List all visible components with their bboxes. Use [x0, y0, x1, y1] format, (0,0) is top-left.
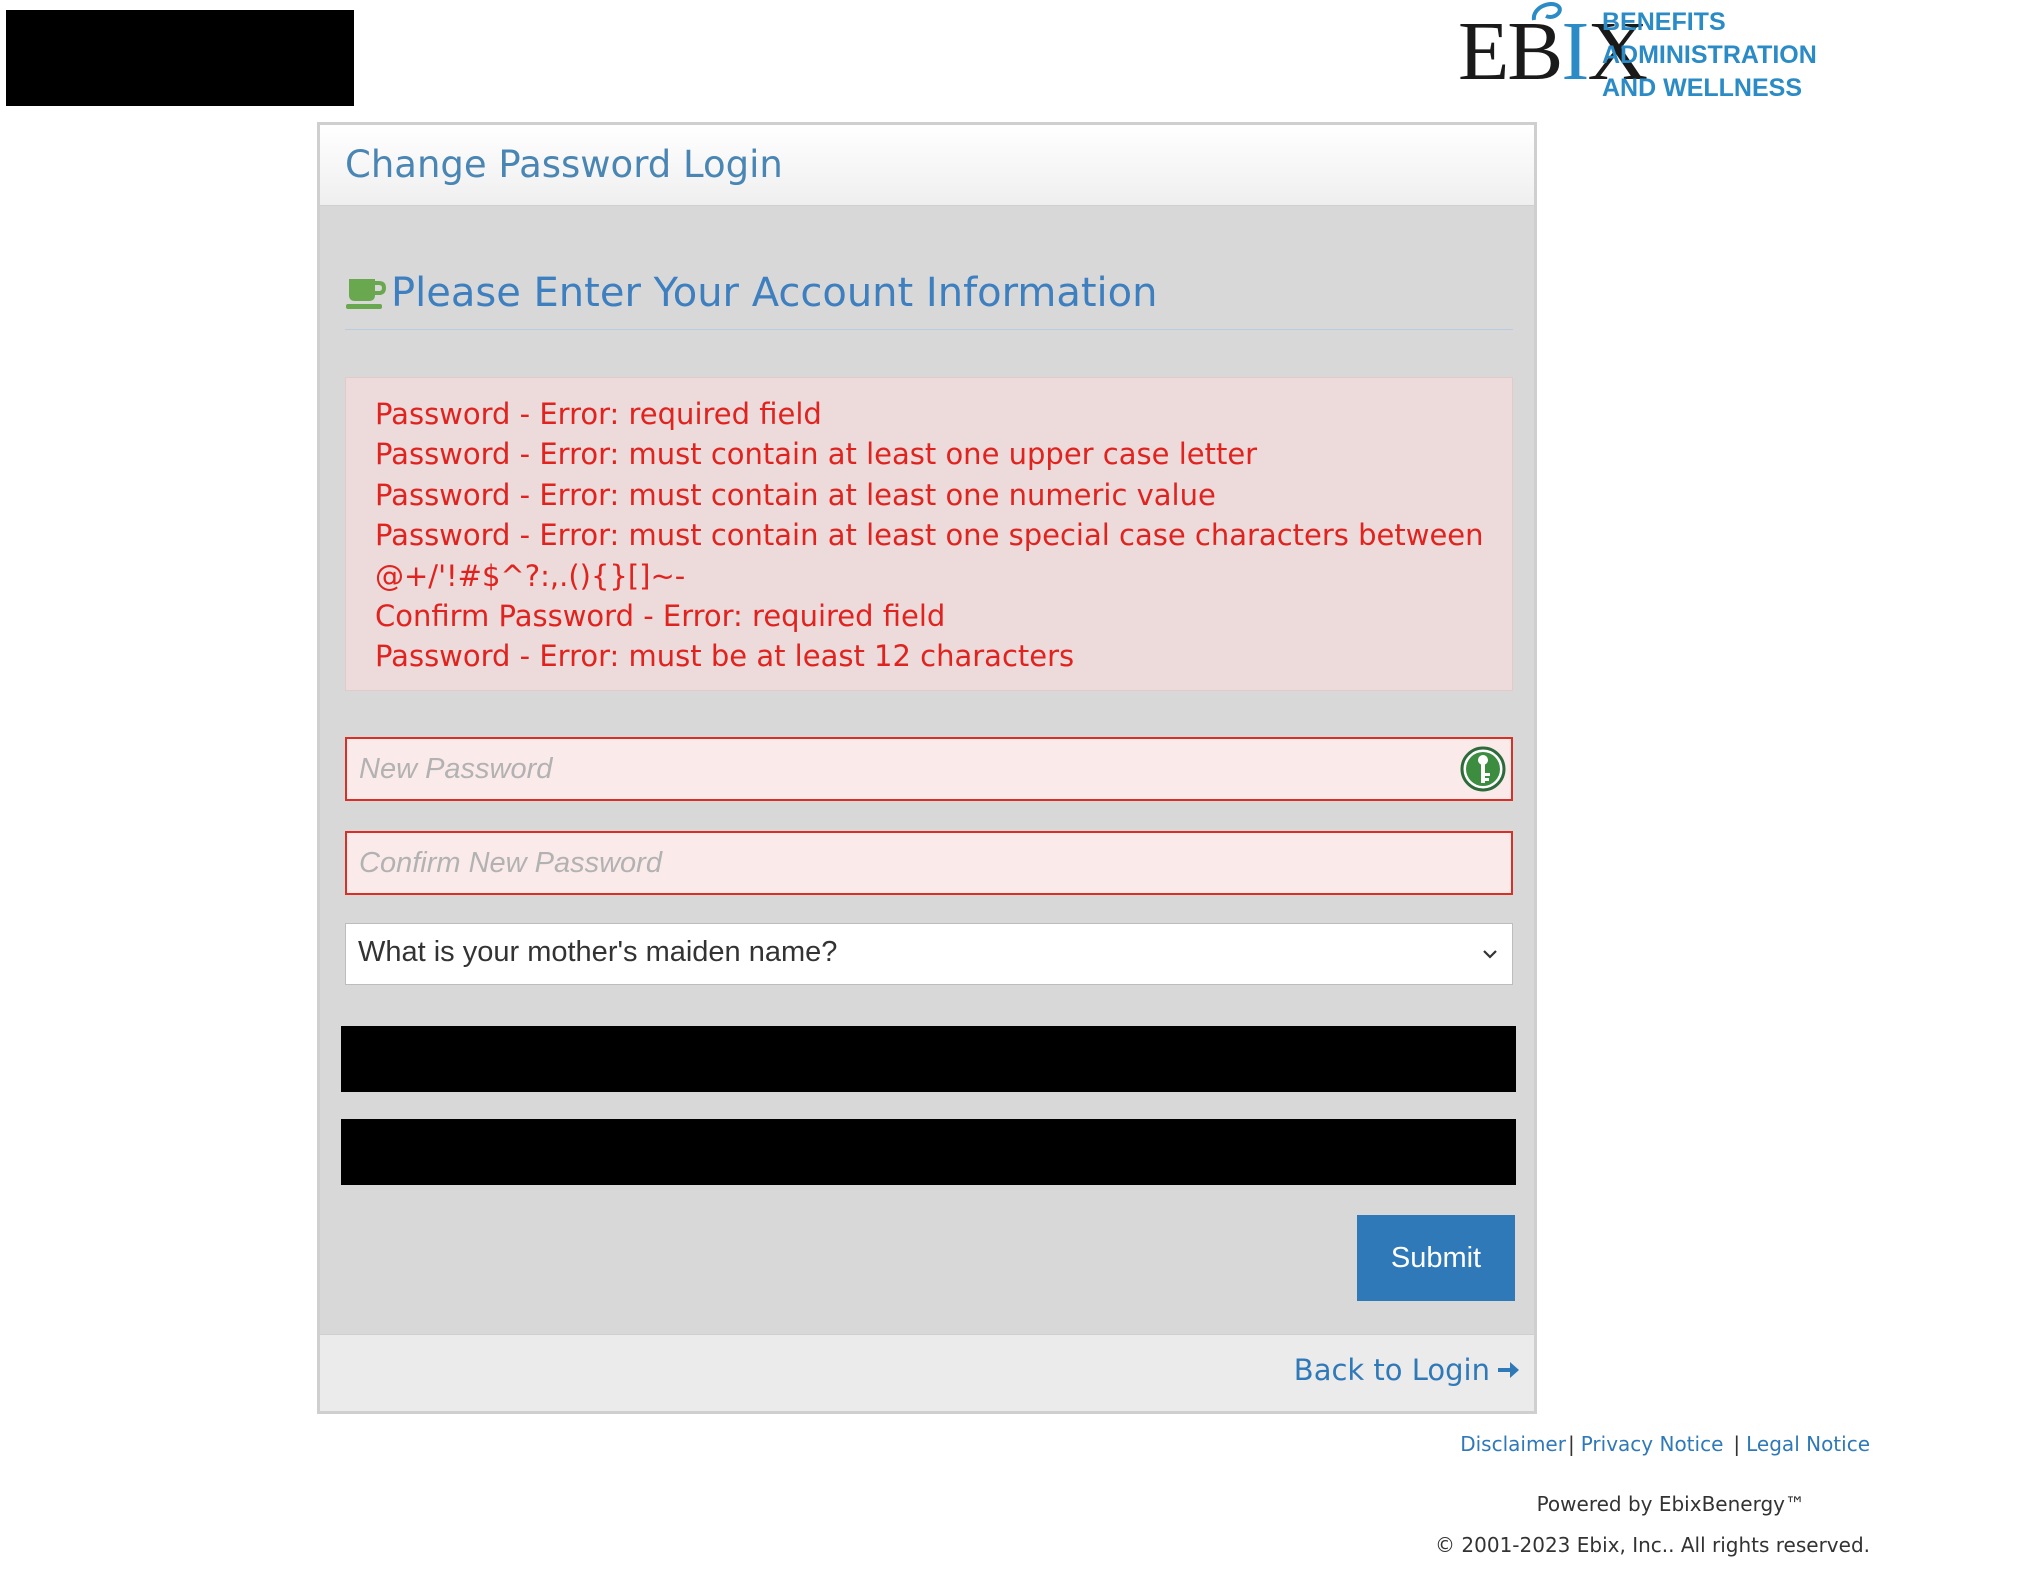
security-question-value: What is your mother's maiden name? [358, 936, 838, 968]
chevron-down-icon [1483, 950, 1497, 959]
error-line: Password - Error: must contain at least … [375, 437, 1258, 472]
back-to-login-link[interactable]: Back to Login [1294, 1353, 1520, 1387]
card-header: Change Password Login [320, 125, 1534, 206]
card-footer: Back to Login [320, 1334, 1534, 1411]
brand-line-administration: ADMINISTRATION [1602, 41, 1817, 69]
card-title: Change Password Login [345, 143, 783, 186]
footer-separator: | [1567, 1432, 1575, 1456]
brand-line-wellness: AND WELLNESS [1602, 74, 1802, 102]
error-line: Password - Error: must be at least 12 ch… [375, 639, 1075, 674]
coffee-cup-icon [346, 279, 387, 309]
brand-swirl-icon [1531, 1, 1562, 21]
confirm-password-field [345, 831, 1513, 895]
footer-links: Disclaimer | Privacy Notice | Legal Notice [1460, 1432, 1870, 1456]
error-line: Password - Error: required field [375, 397, 822, 431]
back-to-login-label: Back to Login [1293, 1353, 1490, 1387]
change-password-card: Change Password Login Please Enter Your … [317, 122, 1537, 1414]
brand-tagline: BENEFITS ADMINISTRATION AND WELLNESS [1602, 6, 1817, 105]
error-line: @+/'!#$^?:,.(){}[]~- [375, 558, 686, 593]
error-line: Password - Error: must contain at least … [375, 518, 1484, 553]
privacy-notice-link[interactable]: Privacy Notice [1581, 1432, 1724, 1456]
copyright-text: © 2001-2023 Ebix, Inc.. All rights reser… [1435, 1533, 1870, 1557]
password-key-icon[interactable] [1459, 745, 1507, 793]
ebix-logo: EB I X BENEFITS ADMINISTRATION AND WELLNES… [1458, 0, 1818, 108]
new-password-field [345, 737, 1513, 801]
powered-by-text: Powered by EbixBenergy™ [1536, 1492, 1805, 1516]
section-heading-text: Please Enter Your Account Information [391, 270, 1158, 316]
redacted-field [341, 1026, 1516, 1092]
confirm-password-input[interactable] [347, 833, 1439, 893]
section-heading: Please Enter Your Account Information [345, 267, 1513, 330]
redacted-field [341, 1119, 1516, 1185]
error-line: Password - Error: must contain at least … [375, 477, 1216, 512]
disclaimer-link[interactable]: Disclaimer [1460, 1432, 1566, 1456]
security-question-select[interactable]: What is your mother's maiden name? [345, 923, 1513, 985]
footer-separator: | [1733, 1432, 1741, 1456]
legal-notice-link[interactable]: Legal Notice [1746, 1432, 1870, 1456]
arrow-right-icon [1498, 1362, 1519, 1378]
error-line: Confirm Password - Error: required field [375, 599, 946, 634]
redacted-logo [6, 10, 354, 106]
new-password-input[interactable] [347, 739, 1439, 799]
error-summary: Password - Error: required field Passwor… [345, 377, 1513, 691]
submit-button[interactable]: Submit [1357, 1215, 1515, 1301]
brand-line-benefits: BENEFITS [1602, 8, 1726, 36]
